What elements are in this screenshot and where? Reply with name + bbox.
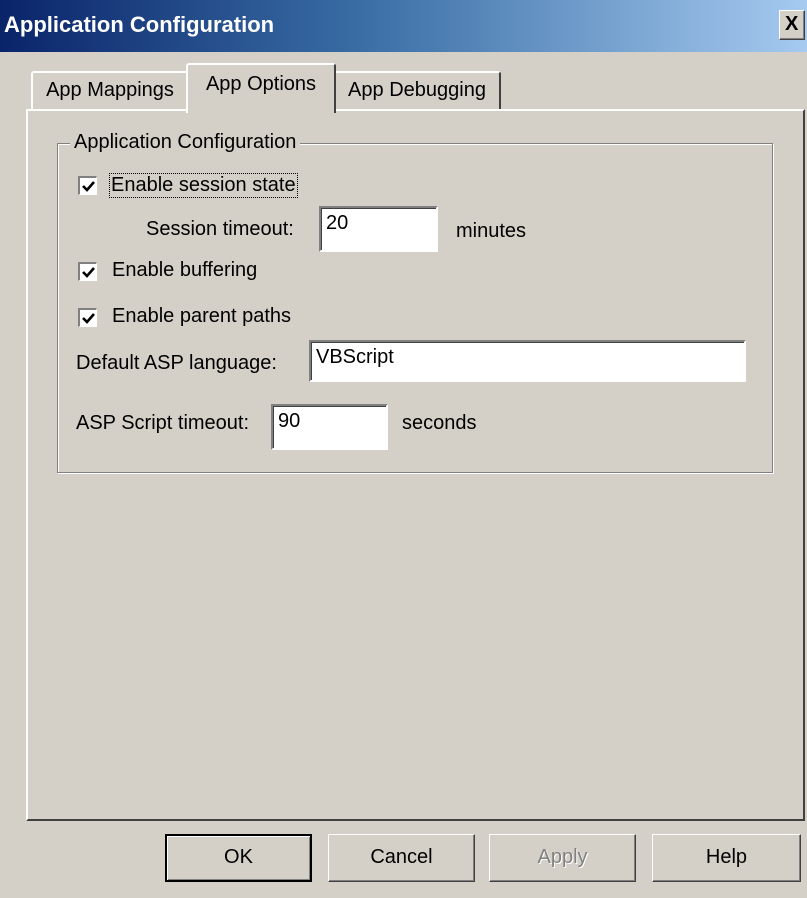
tab-app-debugging[interactable]: App Debugging [333, 71, 501, 111]
checkmark-icon [82, 267, 95, 278]
enable-buffering-checkbox[interactable] [78, 262, 97, 281]
default-language-input[interactable]: VBScript [309, 340, 746, 382]
close-button[interactable]: X [779, 10, 805, 40]
ok-button[interactable]: OK [165, 834, 312, 882]
group-legend: Application Configuration [70, 131, 301, 154]
checkmark-icon [82, 181, 95, 192]
cancel-button[interactable]: Cancel [328, 834, 475, 882]
default-language-label: Default ASP language: [76, 352, 277, 374]
help-button[interactable]: Help [652, 834, 801, 882]
tab-label: App Options [205, 73, 317, 95]
apply-button[interactable]: Apply [489, 834, 636, 882]
session-timeout-input[interactable]: 20 [319, 206, 438, 252]
enable-buffering-label[interactable]: Enable buffering [112, 259, 257, 282]
window-title: Application Configuration [4, 12, 275, 37]
tab-label: App Debugging [348, 79, 486, 101]
close-icon: X [785, 13, 799, 35]
title-bar[interactable]: Application Configuration X [0, 0, 807, 52]
enable-parent-paths-label[interactable]: Enable parent paths [112, 305, 291, 328]
script-timeout-unit: seconds [402, 412, 477, 434]
session-timeout-unit: minutes [456, 220, 527, 242]
enable-parent-paths-checkbox[interactable] [78, 308, 97, 327]
tab-app-mappings[interactable]: App Mappings [31, 71, 189, 111]
enable-session-state-checkbox[interactable] [78, 176, 97, 195]
checkmark-icon [82, 313, 95, 324]
tab-label: App Mappings [46, 79, 174, 101]
enable-session-state-label[interactable]: Enable session state [109, 173, 298, 198]
session-timeout-label: Session timeout: [146, 218, 294, 240]
tab-app-options[interactable]: App Options [186, 63, 336, 113]
script-timeout-input[interactable]: 90 [271, 404, 388, 450]
script-timeout-label: ASP Script timeout: [76, 412, 250, 434]
